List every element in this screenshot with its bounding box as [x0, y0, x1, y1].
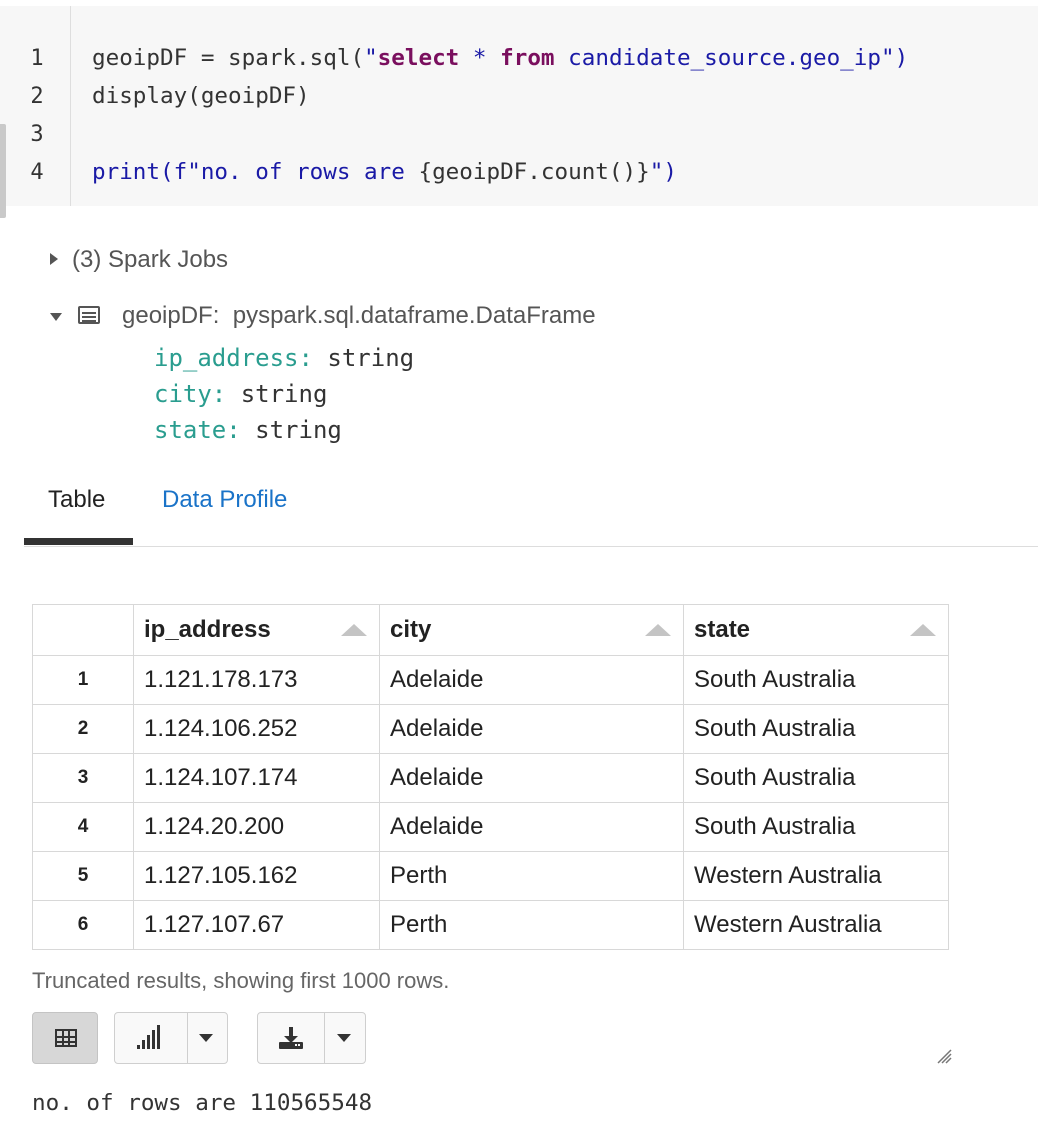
dataframe-type: pyspark.sql.dataframe.DataFrame: [232, 302, 596, 329]
chart-view-button[interactable]: [114, 1012, 228, 1064]
active-tab-indicator: [24, 538, 133, 545]
cell-ip-address: 1.124.106.252: [133, 704, 380, 754]
schema-field-type: string: [240, 380, 328, 408]
line-number: 3: [30, 122, 44, 147]
cell-ip-address: 1.124.107.174: [133, 753, 380, 803]
cell-state: South Australia: [683, 753, 949, 803]
table-row: 3 1.124.107.174 Adelaide South Australia: [32, 753, 949, 803]
cell-city: Adelaide: [379, 655, 684, 705]
table-row: 2 1.124.106.252 Adelaide South Australia: [32, 704, 949, 754]
row-index: 2: [32, 704, 134, 754]
cell-ip-address: 1.127.105.162: [133, 851, 380, 901]
expand-caret-icon[interactable]: [50, 253, 58, 265]
download-icon: [279, 1027, 303, 1049]
dataframe-header[interactable]: geoipDF: pyspark.sql.dataframe.DataFrame: [122, 302, 596, 330]
cell-state: South Australia: [683, 704, 949, 754]
dataframe-name: geoipDF:: [122, 302, 220, 329]
sort-ascending-icon[interactable]: [910, 624, 936, 636]
cell-state: Western Australia: [683, 851, 949, 901]
table-row: 6 1.127.107.67 Perth Western Australia: [32, 900, 949, 950]
cell-city: Adelaide: [379, 704, 684, 754]
row-index: 3: [32, 753, 134, 803]
row-index: 4: [32, 802, 134, 852]
column-header-ip-address[interactable]: ip_address: [133, 604, 380, 656]
code-token: geoipDF = spark.sql(: [92, 45, 365, 71]
line-number: 1: [30, 46, 44, 71]
cell-ip-address: 1.124.20.200: [133, 802, 380, 852]
dataframe-icon: [78, 306, 100, 324]
cell-focus-indicator: [0, 124, 6, 218]
chevron-down-icon[interactable]: [199, 1034, 213, 1042]
code-token-string: (f"no. of rows are: [160, 159, 419, 185]
line-number-gutter: 1 2 3 4: [12, 6, 71, 206]
index-column-header: [32, 604, 134, 656]
row-index: 6: [32, 900, 134, 950]
column-header-label: city: [390, 616, 432, 643]
table-icon: [55, 1029, 77, 1047]
cell-city: Adelaide: [379, 753, 684, 803]
row-index: 1: [32, 655, 134, 705]
cell-state: Western Australia: [683, 900, 949, 950]
schema-field: ip_address: string: [154, 344, 414, 372]
tab-divider: [24, 546, 1038, 547]
table-view-button[interactable]: [32, 1012, 98, 1064]
cell-city: Adelaide: [379, 802, 684, 852]
tab-table[interactable]: Table: [48, 486, 105, 514]
code-line-1[interactable]: geoipDF = spark.sql("select * from candi…: [92, 45, 908, 71]
code-token-expression: {geoipDF.count()}: [418, 159, 650, 185]
schema-field: city: string: [154, 380, 327, 408]
code-token-string: "): [649, 159, 677, 185]
code-token-keyword: select: [377, 45, 460, 71]
schema-field-name: state:: [154, 416, 241, 444]
results-table: ip_address city state 1 1.121.178.173 Ad…: [32, 604, 949, 950]
table-row: 1 1.121.178.173 Adelaide South Australia: [32, 655, 949, 705]
cell-ip-address: 1.127.107.67: [133, 900, 380, 950]
column-header-city[interactable]: city: [379, 604, 684, 656]
chevron-down-icon[interactable]: [337, 1034, 351, 1042]
column-header-label: ip_address: [144, 616, 271, 643]
resize-handle-icon[interactable]: [936, 1048, 952, 1064]
code-editor[interactable]: 1 2 3 4 geoipDF = spark.sql("select * fr…: [0, 6, 1038, 218]
cell-state: South Australia: [683, 802, 949, 852]
table-row: 4 1.124.20.200 Adelaide South Australia: [32, 802, 949, 852]
row-index: 5: [32, 851, 134, 901]
code-token-string: "): [881, 45, 909, 71]
line-number: 4: [30, 160, 44, 185]
spark-jobs-toggle[interactable]: (3) Spark Jobs: [72, 246, 228, 274]
code-token-builtin: print: [92, 159, 161, 185]
column-header-state[interactable]: state: [683, 604, 949, 656]
code-token-string: *: [459, 45, 501, 71]
tab-data-profile[interactable]: Data Profile: [162, 486, 287, 514]
sort-ascending-icon[interactable]: [645, 624, 671, 636]
schema-field-name: ip_address:: [154, 344, 313, 372]
schema-field-type: string: [327, 344, 415, 372]
line-number: 2: [30, 84, 44, 109]
schema-field-name: city:: [154, 380, 227, 408]
schema-field-type: string: [255, 416, 342, 444]
code-line-2[interactable]: display(geoipDF): [92, 83, 310, 109]
cell-city: Perth: [379, 851, 684, 901]
sort-ascending-icon[interactable]: [341, 624, 367, 636]
bar-chart-icon: [137, 1025, 163, 1049]
schema-field: state: string: [154, 416, 342, 444]
cell-ip-address: 1.121.178.173: [133, 655, 380, 705]
table-header-row: ip_address city state: [32, 604, 949, 656]
code-line-4[interactable]: print(f"no. of rows are {geoipDF.count()…: [92, 159, 677, 185]
cell-output-text: no. of rows are 110565548: [32, 1090, 373, 1116]
code-token-string: candidate_source.geo_ip: [554, 45, 881, 71]
cell-city: Perth: [379, 900, 684, 950]
collapse-caret-icon[interactable]: [50, 313, 62, 321]
code-token-keyword: from: [500, 45, 555, 71]
code-token-string: ": [364, 45, 378, 71]
cell-state: South Australia: [683, 655, 949, 705]
table-row: 5 1.127.105.162 Perth Western Australia: [32, 851, 949, 901]
download-button[interactable]: [257, 1012, 366, 1064]
truncated-results-note: Truncated results, showing first 1000 ro…: [32, 968, 450, 993]
column-header-label: state: [694, 616, 751, 643]
